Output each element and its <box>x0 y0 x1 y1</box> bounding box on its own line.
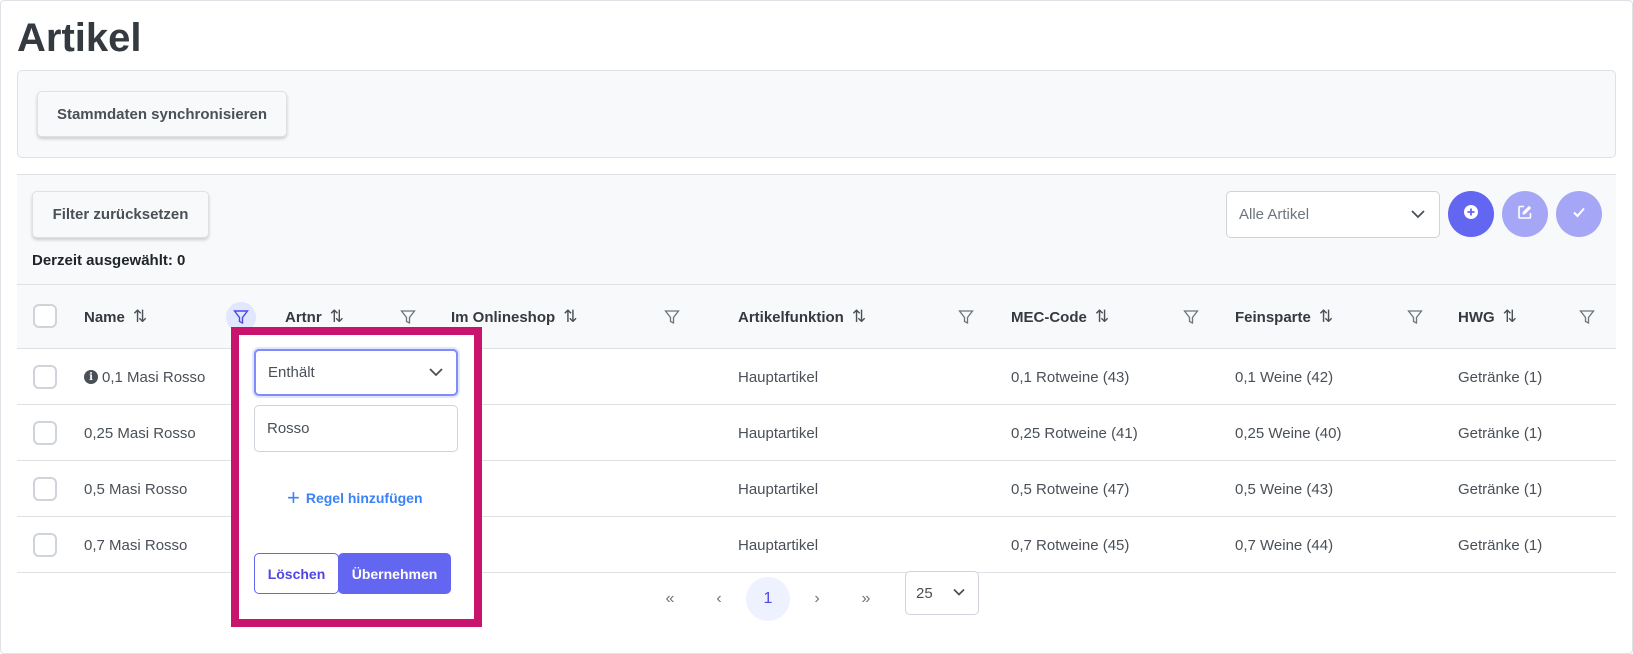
cell-mec-code: 0,7 Rotweine (45) <box>1011 536 1130 554</box>
last-page-button[interactable]: » <box>844 577 888 621</box>
cell-hwg: Getränke (1) <box>1458 424 1543 442</box>
plus-icon: + <box>287 485 300 510</box>
filter-icon[interactable] <box>1181 307 1201 327</box>
rows-per-page-select[interactable]: 25 <box>905 571 979 615</box>
row-checkbox[interactable] <box>33 365 57 389</box>
cell-name: i 0,1 Masi Rosso <box>84 349 205 405</box>
sort-icon[interactable]: ⇅ <box>1095 307 1109 327</box>
view-select[interactable]: Alle Artikel <box>1226 191 1440 238</box>
cell-artikelfunktion: Hauptartikel <box>738 536 819 554</box>
info-icon: i <box>84 370 98 384</box>
cell-name: 0,7 Masi Rosso <box>84 536 188 554</box>
cell-mec-code: 0,5 Rotweine (47) <box>1011 480 1130 498</box>
next-page-button[interactable]: › <box>795 577 839 621</box>
filter-icon[interactable] <box>398 307 418 327</box>
chevron-down-icon <box>1410 206 1426 226</box>
filter-icon[interactable] <box>1405 307 1425 327</box>
column-header-hwg[interactable]: HWG ⇅ <box>1458 285 1517 349</box>
cell-hwg: Getränke (1) <box>1458 536 1543 554</box>
filter-value-input[interactable]: Rosso <box>254 405 458 452</box>
cell-mec-code: 0,1 Rotweine (43) <box>1011 368 1130 386</box>
filter-icon[interactable] <box>956 307 976 327</box>
top-panel: Stammdaten synchronisieren <box>17 70 1616 158</box>
sort-icon[interactable]: ⇅ <box>330 307 344 327</box>
page-title: Artikel <box>17 16 142 60</box>
cell-feinsparte: 0,5 Weine (43) <box>1235 480 1334 498</box>
cell-artikelfunktion: Hauptartikel <box>738 480 819 498</box>
sort-icon[interactable]: ⇅ <box>133 307 147 327</box>
cell-hwg: Getränke (1) <box>1458 368 1543 386</box>
row-checkbox[interactable] <box>33 533 57 557</box>
cell-hwg: Getränke (1) <box>1458 480 1543 498</box>
cell-name: 0,25 Masi Rosso <box>84 424 196 442</box>
cell-mec-code: 0,25 Rotweine (41) <box>1011 424 1138 442</box>
confirm-button[interactable] <box>1556 191 1602 237</box>
page-button[interactable]: 1 <box>746 577 790 621</box>
clear-filter-button[interactable]: Löschen <box>254 553 339 594</box>
selected-count: Derzeit ausgewählt: 0 <box>32 252 186 269</box>
table-toolbar: Filter zurücksetzen Derzeit ausgewählt: … <box>17 175 1616 285</box>
reset-filter-button[interactable]: Filter zurücksetzen <box>32 191 209 238</box>
sync-master-data-button[interactable]: Stammdaten synchronisieren <box>37 91 287 137</box>
cell-name: 0,5 Masi Rosso <box>84 480 188 498</box>
name-filter-popup: Enthält Rosso + Regel hinzufügen Löschen… <box>231 327 482 627</box>
cell-artikelfunktion: Hauptartikel <box>738 368 819 386</box>
chevron-down-icon <box>428 364 444 384</box>
select-all-checkbox[interactable] <box>33 304 57 328</box>
cell-artikelfunktion: Hauptartikel <box>738 424 819 442</box>
column-header-mec-code[interactable]: MEC-Code ⇅ <box>1011 285 1109 349</box>
prev-page-button[interactable]: ‹ <box>697 577 741 621</box>
edit-icon <box>1517 204 1533 225</box>
first-page-button[interactable]: « <box>648 577 692 621</box>
column-header-artikelfunktion[interactable]: Artikelfunktion ⇅ <box>738 285 866 349</box>
cell-feinsparte: 0,25 Weine (40) <box>1235 424 1342 442</box>
column-header-name[interactable]: Name ⇅ <box>84 285 147 349</box>
sort-icon[interactable]: ⇅ <box>1503 307 1517 327</box>
plus-circle-icon <box>1463 204 1479 225</box>
sort-icon[interactable]: ⇅ <box>1319 307 1333 327</box>
filter-icon[interactable] <box>662 307 682 327</box>
check-icon <box>1572 205 1586 224</box>
view-select-value: Alle Artikel <box>1239 206 1310 223</box>
cell-feinsparte: 0,7 Weine (44) <box>1235 536 1334 554</box>
row-checkbox[interactable] <box>33 477 57 501</box>
sort-icon[interactable]: ⇅ <box>563 307 577 327</box>
column-header-feinsparte[interactable]: Feinsparte ⇅ <box>1235 285 1333 349</box>
add-rule-button[interactable]: + Regel hinzufügen <box>287 487 423 509</box>
filter-icon[interactable] <box>1577 307 1597 327</box>
match-mode-select[interactable]: Enthält <box>254 349 458 396</box>
edit-article-button[interactable] <box>1502 191 1548 237</box>
chevron-down-icon <box>952 585 966 603</box>
row-checkbox[interactable] <box>33 421 57 445</box>
cell-feinsparte: 0,1 Weine (42) <box>1235 368 1334 386</box>
add-article-button[interactable] <box>1448 191 1494 237</box>
apply-filter-button[interactable]: Übernehmen <box>338 553 451 594</box>
sort-icon[interactable]: ⇅ <box>852 307 866 327</box>
